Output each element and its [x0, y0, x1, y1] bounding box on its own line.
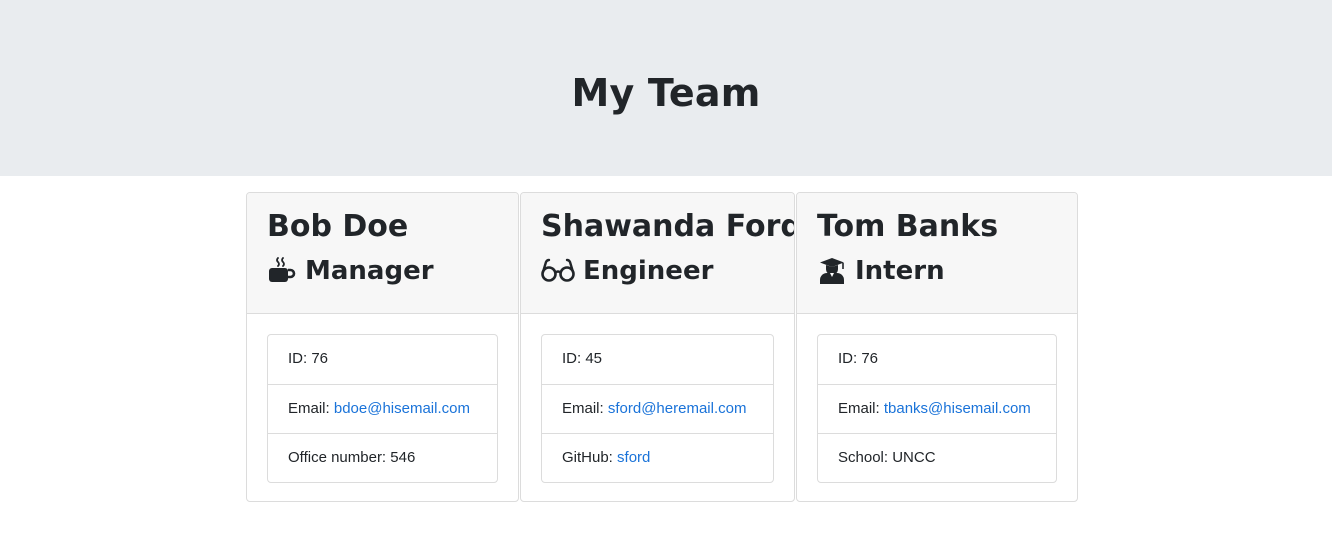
school-item: School: UNCC [818, 433, 1056, 482]
email-label: Email: [562, 400, 604, 417]
card-header: Shawanda Ford Engineer [521, 193, 794, 314]
card-header: Tom Banks Intern [797, 193, 1077, 314]
employee-role: Intern [817, 254, 1057, 288]
school-value: UNCC [892, 449, 936, 466]
graduate-icon [817, 256, 847, 286]
page-title: My Team [571, 71, 761, 115]
email-label: Email: [288, 400, 330, 417]
id-label: ID: [838, 350, 858, 367]
email-link[interactable]: bdoe@hisemail.com [334, 400, 470, 417]
employee-name: Bob Doe [267, 209, 409, 244]
email-item: Email: tbanks@hisemail.com [818, 384, 1056, 433]
employee-name: Shawanda Ford [541, 209, 795, 244]
employee-name: Tom Banks [817, 209, 999, 244]
employee-role: Engineer [541, 254, 774, 288]
id-value: 45 [585, 350, 603, 367]
card-body: ID: 45 Email: sford@heremail.com GitHub:… [521, 314, 794, 483]
team-cards: Bob Doe Manager ID: 76 Email: bdoe@hisem… [246, 192, 1078, 502]
id-label: ID: [562, 350, 582, 367]
header-banner: My Team [0, 0, 1332, 176]
email-link[interactable]: tbanks@hisemail.com [884, 400, 1031, 417]
employee-role: Manager [267, 254, 498, 288]
github-item: GitHub: sford [542, 433, 773, 482]
role-label: Engineer [583, 256, 714, 286]
card-body: ID: 76 Email: bdoe@hisemail.com Office n… [247, 314, 518, 483]
card-header: Bob Doe Manager [247, 193, 518, 314]
id-value: 76 [861, 350, 879, 367]
id-item: ID: 76 [818, 335, 1056, 384]
id-item: ID: 45 [542, 335, 773, 384]
email-item: Email: sford@heremail.com [542, 384, 773, 433]
info-list: ID: 76 Email: bdoe@hisemail.com Office n… [267, 334, 498, 483]
employee-card-manager: Bob Doe Manager ID: 76 Email: bdoe@hisem… [246, 192, 519, 502]
school-label: School: [838, 449, 889, 466]
role-label: Intern [855, 256, 945, 286]
email-label: Email: [838, 400, 880, 417]
email-item: Email: bdoe@hisemail.com [268, 384, 497, 433]
info-list: ID: 76 Email: tbanks@hisemail.com School… [817, 334, 1057, 483]
office-number-label: Office number: [288, 449, 387, 466]
github-link[interactable]: sford [617, 449, 650, 466]
id-value: 76 [311, 350, 329, 367]
info-list: ID: 45 Email: sford@heremail.com GitHub:… [541, 334, 774, 483]
role-label: Manager [305, 256, 434, 286]
github-label: GitHub: [562, 449, 613, 466]
id-label: ID: [288, 350, 308, 367]
glasses-icon [541, 256, 575, 286]
id-item: ID: 76 [268, 335, 497, 384]
office-number-item: Office number: 546 [268, 433, 497, 482]
coffee-icon [267, 256, 297, 286]
employee-card-intern: Tom Banks Intern ID: 76 Email: tbanks@hi… [796, 192, 1078, 502]
card-body: ID: 76 Email: tbanks@hisemail.com School… [797, 314, 1077, 483]
office-number-value: 546 [390, 449, 416, 466]
email-link[interactable]: sford@heremail.com [608, 400, 747, 417]
employee-card-engineer: Shawanda Ford Engineer ID: 45 Email: sfo… [520, 192, 795, 502]
